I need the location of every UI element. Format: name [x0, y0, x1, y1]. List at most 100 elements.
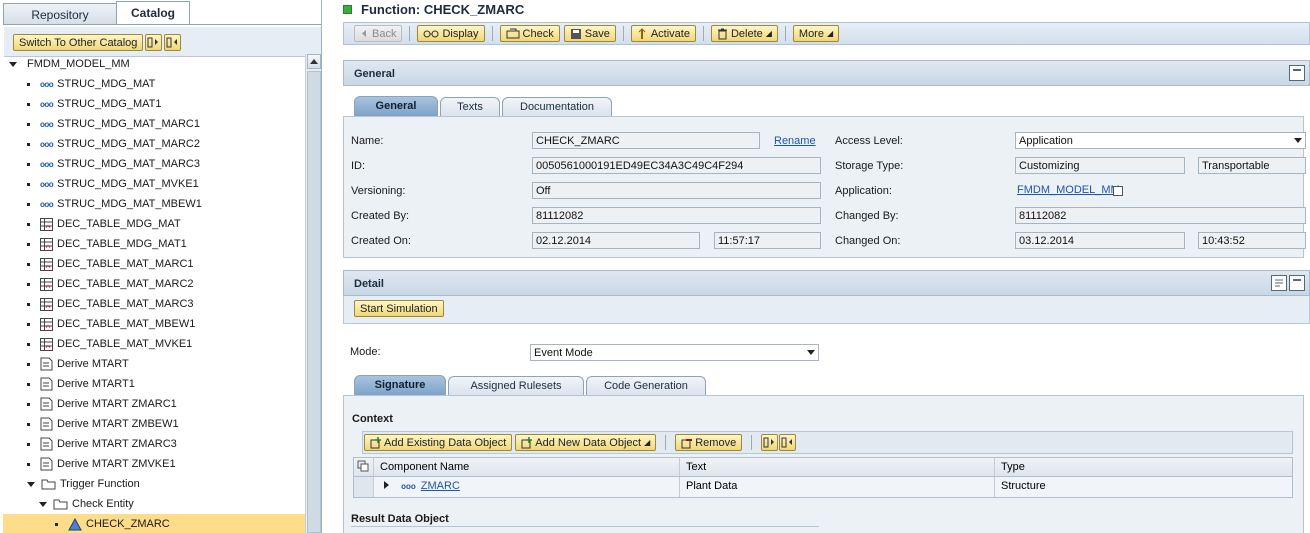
expand-arrow-icon[interactable] [39, 501, 47, 507]
structure-icon: ooo [40, 159, 54, 169]
component-name-link[interactable]: ZMARC [421, 480, 460, 492]
tree-item[interactable]: FMDM_MODEL_MM [3, 54, 306, 74]
bullet-icon [27, 202, 30, 206]
tree-item[interactable]: DEC_TABLE_MAT_MARC3 [3, 294, 306, 314]
move-up-icon[interactable] [779, 434, 797, 451]
tree-item[interactable]: ooo STRUC_MDG_MAT_MBEW1 [3, 194, 306, 214]
signature-panel: Context Add Existing Data Object Add New… [343, 395, 1304, 533]
scroll-up-button[interactable] [307, 54, 321, 69]
id-label: ID: [351, 160, 366, 172]
tree-item[interactable]: Derive MTART ZMARC1 [3, 394, 306, 414]
collapse-icon[interactable] [1289, 65, 1305, 81]
tree-item-label: STRUC_MDG_MAT1 [57, 98, 162, 110]
activate-button[interactable]: Activate [630, 25, 696, 42]
access-level-dropdown[interactable]: Application [1015, 132, 1306, 149]
tree-item-label: STRUC_MDG_MAT [57, 78, 156, 90]
left-tabstrip: Repository Catalog [3, 1, 190, 24]
select-all-icon[interactable] [354, 458, 374, 476]
tree-item-label: CHECK_ZMARC [86, 518, 170, 530]
changed-on-label: Changed On: [835, 235, 901, 247]
tree-item[interactable]: ooo STRUC_MDG_MAT_MARC3 [3, 154, 306, 174]
text-cell: Plant Data [680, 477, 995, 497]
tree-item[interactable]: ooo STRUC_MDG_MAT1 [3, 94, 306, 114]
start-simulation-button[interactable]: Start Simulation [354, 300, 444, 317]
tab-general[interactable]: General [354, 96, 438, 116]
check-button[interactable]: Check [499, 25, 560, 42]
folder-icon [53, 498, 68, 510]
tree-item-label: STRUC_MDG_MAT_MARC1 [57, 118, 200, 130]
expand-arrow-icon[interactable] [384, 481, 389, 489]
tree-item[interactable]: ooo STRUC_MDG_MAT [3, 74, 306, 94]
move-down-icon[interactable] [761, 434, 779, 451]
tab-assigned-rulesets[interactable]: Assigned Rulesets [448, 376, 584, 395]
more-button[interactable]: More ◢ [792, 25, 840, 42]
tree-item[interactable]: ooo STRUC_MDG_MAT_MARC2 [3, 134, 306, 154]
collapse-all-icon[interactable] [164, 34, 182, 51]
tree-item[interactable]: Check Entity [3, 494, 306, 514]
delete-button[interactable]: Delete ◢ [710, 25, 778, 42]
decision-table-icon [40, 217, 53, 231]
row-selector[interactable] [354, 477, 374, 497]
tree-item[interactable]: ooo STRUC_MDG_MAT_MARC1 [3, 114, 306, 134]
tab-repository[interactable]: Repository [3, 3, 117, 24]
tree-item[interactable]: Trigger Function [3, 474, 306, 494]
transport-type-field: Transportable [1198, 157, 1306, 174]
edit-icon[interactable] [1113, 186, 1123, 196]
tree-item-label: DEC_TABLE_MAT_MARC1 [57, 258, 194, 270]
back-button[interactable]: Back [354, 25, 403, 42]
tree-item[interactable]: Derive MTART1 [3, 374, 306, 394]
tree-item-label: STRUC_MDG_MAT_MVKE1 [57, 178, 199, 190]
rename-link[interactable]: Rename [774, 135, 816, 147]
tree-item[interactable]: DEC_TABLE_MAT_MBEW1 [3, 314, 306, 334]
page-title: Function: CHECK_ZMARC [343, 2, 524, 17]
bullet-icon [27, 402, 30, 406]
col-type[interactable]: Type [995, 458, 1292, 476]
tree-item[interactable]: DEC_TABLE_MAT_MARC1 [3, 254, 306, 274]
save-button[interactable]: Save [563, 25, 616, 42]
tree-item[interactable]: CHECK_ZMARC [3, 514, 306, 533]
expand-all-icon[interactable] [145, 34, 163, 51]
tree-item-label: DEC_TABLE_MAT_MVKE1 [57, 338, 193, 350]
name-field: CHECK_ZMARC [532, 132, 760, 149]
expand-arrow-icon[interactable] [9, 61, 17, 67]
switch-catalog-button[interactable]: Switch To Other Catalog [13, 34, 144, 51]
add-object-icon [370, 436, 381, 448]
display-button[interactable]: Display [417, 25, 485, 42]
created-on-date-field: 02.12.2014 [532, 232, 700, 249]
application-link[interactable]: FMDM_MODEL_MM [1017, 184, 1120, 196]
tab-signature[interactable]: Signature [354, 375, 446, 395]
ruleset-icon [40, 397, 53, 411]
versioning-label: Versioning: [351, 185, 406, 197]
add-existing-data-object-button[interactable]: Add Existing Data Object [364, 434, 513, 451]
collapse-icon[interactable] [1289, 275, 1305, 291]
general-tabstrip: General Texts Documentation [354, 96, 614, 116]
table-header: Component Name Text Type [354, 458, 1292, 477]
mode-dropdown[interactable]: Event Mode [530, 344, 819, 361]
scroll-thumb[interactable] [307, 71, 321, 533]
tree-item[interactable]: Derive MTART ZMVKE1 [3, 454, 306, 474]
col-text[interactable]: Text [680, 458, 995, 476]
tab-code-generation[interactable]: Code Generation [586, 376, 706, 395]
structure-icon: ooo [40, 179, 54, 189]
table-row[interactable]: ooo ZMARC Plant Data Structure [354, 477, 1292, 497]
settings-icon[interactable] [1271, 275, 1287, 291]
tree-item[interactable]: DEC_TABLE_MDG_MAT [3, 214, 306, 234]
tree-item[interactable]: Derive MTART [3, 354, 306, 374]
add-new-data-object-button[interactable]: Add New Data Object ◢ [515, 434, 657, 451]
tree-item[interactable]: DEC_TABLE_MDG_MAT1 [3, 234, 306, 254]
tab-catalog[interactable]: Catalog [116, 1, 190, 24]
tree-item[interactable]: ooo STRUC_MDG_MAT_MVKE1 [3, 174, 306, 194]
tab-texts[interactable]: Texts [440, 97, 500, 116]
ruleset-icon [40, 357, 53, 371]
ruleset-icon [40, 437, 53, 451]
col-component-name[interactable]: Component Name [374, 458, 680, 476]
tree-item[interactable]: Derive MTART ZMBEW1 [3, 414, 306, 434]
remove-button[interactable]: Remove [675, 434, 743, 451]
expand-arrow-icon[interactable] [27, 481, 35, 487]
tree-item[interactable]: Derive MTART ZMARC3 [3, 434, 306, 454]
dropdown-arrow-icon: ◢ [826, 29, 834, 38]
tree-item[interactable]: DEC_TABLE_MAT_MVKE1 [3, 334, 306, 354]
tree-item[interactable]: DEC_TABLE_MAT_MARC2 [3, 274, 306, 294]
tab-documentation[interactable]: Documentation [502, 97, 612, 116]
tree-scrollbar[interactable] [305, 54, 321, 533]
